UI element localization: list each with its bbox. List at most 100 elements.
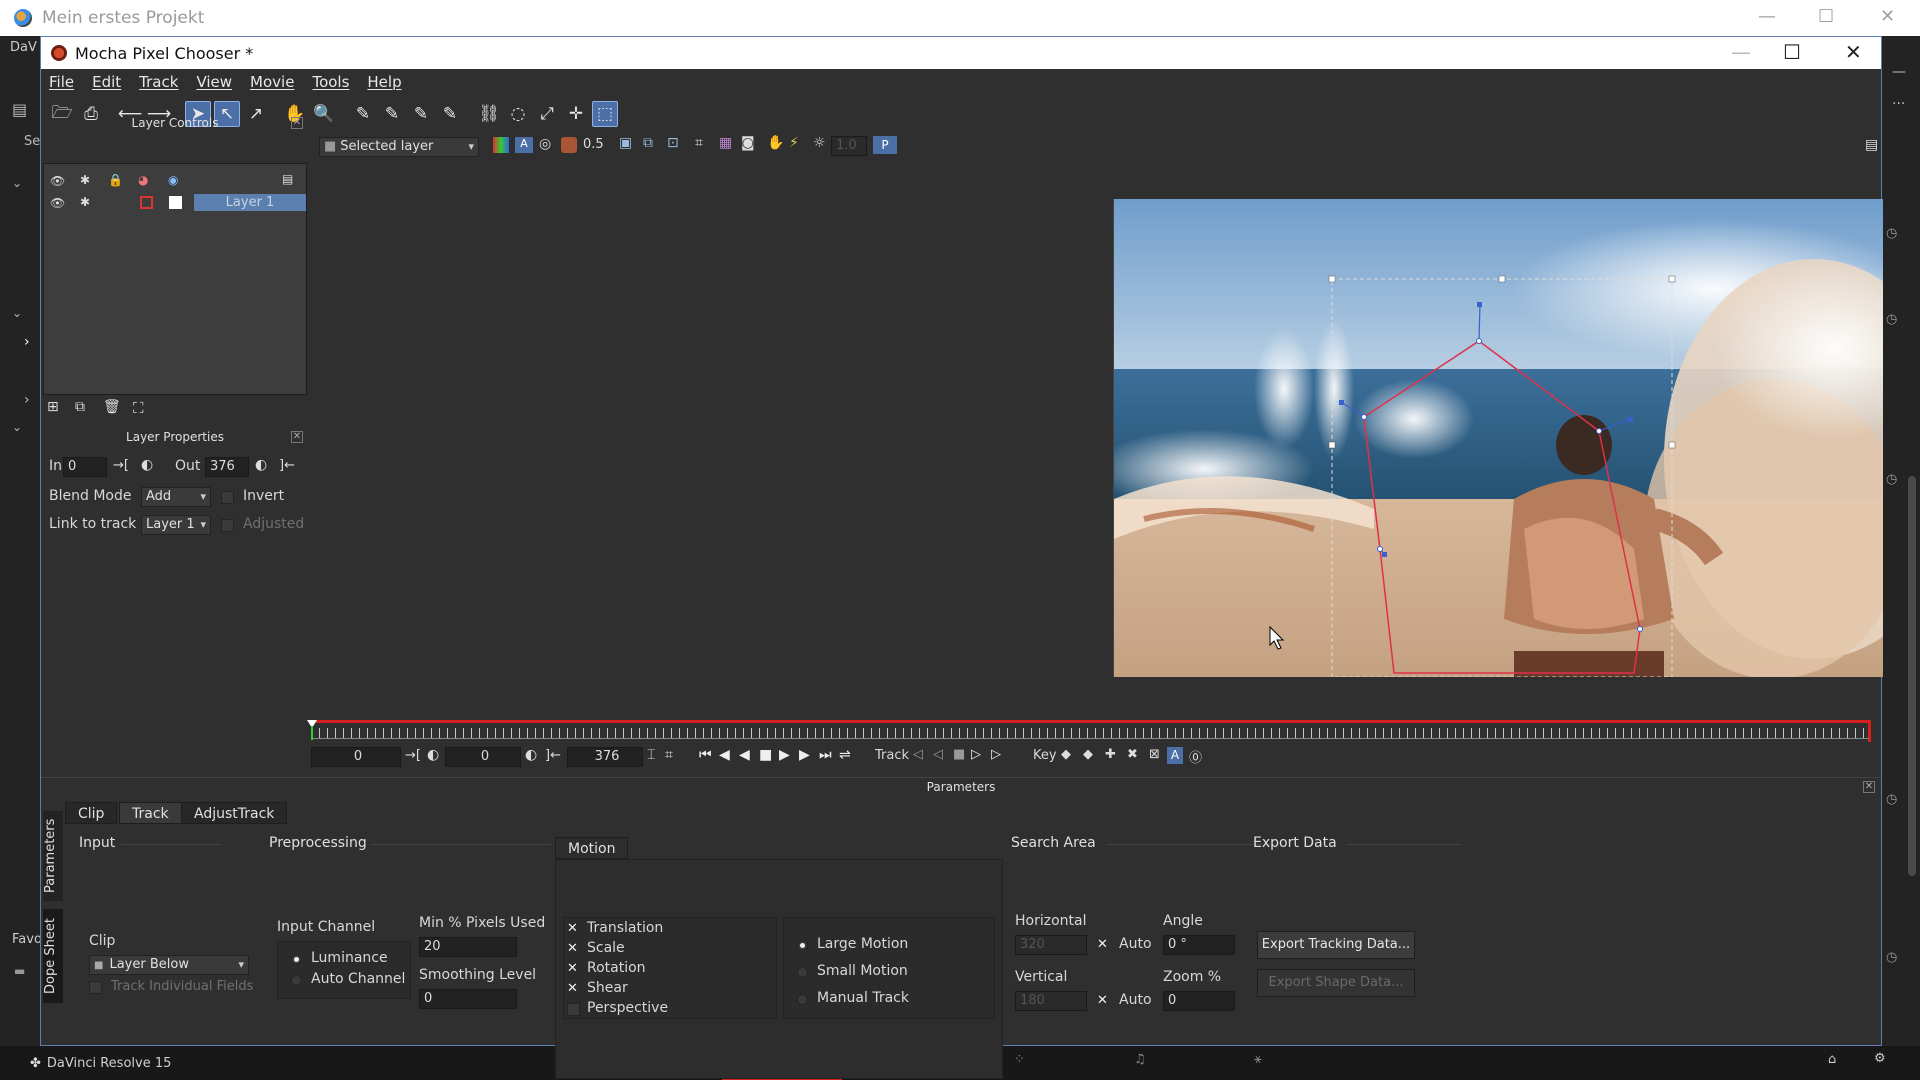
vertical-field[interactable]: 180: [1015, 991, 1087, 1011]
menu-movie[interactable]: Movie: [250, 73, 294, 91]
menu-edit[interactable]: Edit: [92, 73, 121, 91]
manual-track-radio[interactable]: [797, 994, 808, 1005]
add-xspline-icon[interactable]: ✎: [379, 101, 405, 127]
autokey-icon[interactable]: A: [1167, 747, 1183, 764]
small-motion-radio[interactable]: [797, 967, 808, 978]
deliver-page-icon[interactable]: ⚹: [1254, 1052, 1262, 1067]
track-individual-fields-checkbox[interactable]: [89, 981, 102, 994]
track-forward-icon[interactable]: ▷: [991, 747, 1001, 762]
menu-tools[interactable]: Tools: [312, 73, 349, 91]
eye-icon[interactable]: 👁: [50, 174, 65, 188]
auto-channel-radio[interactable]: [291, 975, 302, 986]
outer-minimize-icon[interactable]: —: [1758, 6, 1776, 27]
motion-tab[interactable]: Motion: [555, 837, 629, 859]
layer-matte-swatch[interactable]: [169, 196, 182, 209]
link-icon[interactable]: ⛓: [476, 101, 502, 127]
trace-icon[interactable]: ⚡: [789, 135, 799, 151]
current-frame-field[interactable]: 0: [311, 747, 401, 767]
chevron-right-icon[interactable]: ›: [24, 334, 30, 350]
overlay-icon[interactable]: ◎: [539, 136, 551, 152]
add-bspline-icon[interactable]: ✎: [437, 101, 463, 127]
more-icon[interactable]: ···: [1892, 96, 1905, 112]
horizontal-auto-check-icon[interactable]: ✕: [1097, 937, 1108, 952]
add-key-icon[interactable]: ✚: [1105, 747, 1116, 762]
fusion-page-icon[interactable]: ⁘: [1014, 1052, 1025, 1067]
maximize-icon[interactable]: ☐: [1783, 40, 1801, 64]
view-mode-icon[interactable]: ▣: [619, 135, 632, 151]
chevron-down-icon[interactable]: ⌄: [12, 420, 22, 434]
chevron-right-icon[interactable]: ›: [24, 392, 30, 408]
xspline-tool-icon[interactable]: ✎: [350, 101, 376, 127]
out-key-icon[interactable]: ◐: [255, 457, 267, 473]
adjusted-checkbox[interactable]: [221, 519, 234, 532]
translation-check-icon[interactable]: ✕: [567, 921, 578, 936]
snapshot-icon[interactable]: ◙: [741, 135, 755, 151]
layer-menu-icon[interactable]: ▤: [282, 172, 293, 186]
horizontal-field[interactable]: 320: [1015, 935, 1087, 955]
new-layer-icon[interactable]: ⊞: [47, 399, 59, 415]
layer-1-row[interactable]: Layer 1: [194, 194, 306, 211]
move-icon[interactable]: ✛: [563, 101, 589, 127]
zoom-timeline-icon[interactable]: ⌶: [647, 747, 655, 763]
layer-view-select[interactable]: ■ Selected layer: [319, 137, 479, 157]
bounds-icon[interactable]: ⌗: [695, 135, 703, 151]
duplicate-layer-icon[interactable]: ⧉: [75, 399, 85, 415]
menu-view[interactable]: View: [196, 73, 232, 91]
bspline-tool-icon[interactable]: ✎: [408, 101, 434, 127]
fairlight-page-icon[interactable]: ♫: [1134, 1052, 1146, 1067]
perspective-checkbox[interactable]: [567, 1003, 580, 1016]
timeline-bar[interactable]: [307, 720, 1871, 742]
scale-icon[interactable]: ⤢: [534, 101, 560, 127]
prev-key-icon[interactable]: ◆: [1061, 747, 1071, 762]
viewer-menu-icon[interactable]: ▤: [1865, 137, 1878, 153]
stabilize-view-icon[interactable]: ⧉: [643, 135, 653, 151]
out-point-field[interactable]: 376: [205, 457, 249, 477]
go-to-end-icon[interactable]: ⏭: [819, 747, 832, 763]
track-stop-icon[interactable]: ■: [953, 747, 965, 762]
go-to-start-icon[interactable]: ⏮: [699, 747, 712, 763]
layer-controls-close-icon[interactable]: ✕: [291, 117, 303, 129]
zoom-icon[interactable]: 🔍: [311, 101, 337, 127]
minimize-icon[interactable]: —: [1892, 64, 1906, 80]
in-frame-field[interactable]: 0: [445, 747, 521, 767]
stop-icon[interactable]: ■: [759, 747, 772, 763]
next-key-icon[interactable]: ◆: [1083, 747, 1093, 762]
chevron-down-icon[interactable]: ⌄: [12, 176, 22, 190]
in-key-icon[interactable]: ◐: [141, 457, 153, 473]
settings-gear-icon[interactable]: ⚙: [1874, 1051, 1886, 1066]
step-forward-icon[interactable]: ▶: [799, 747, 810, 763]
set-out-point-icon[interactable]: ]←: [545, 748, 561, 763]
hand-view-icon[interactable]: ✋: [767, 135, 784, 151]
surface-tool-icon[interactable]: ⬚: [592, 101, 618, 127]
menu-track[interactable]: Track: [139, 73, 178, 91]
track-backward-icon[interactable]: ◁: [913, 747, 923, 762]
key-reset-icon[interactable]: ⓪: [1189, 747, 1202, 766]
track-back-frame-icon[interactable]: ◁: [933, 747, 943, 762]
out-frame-field[interactable]: 376: [567, 747, 643, 767]
tab-adjusttrack[interactable]: AdjustTrack: [181, 802, 288, 824]
menu-file[interactable]: File: [49, 73, 74, 91]
tab-clip[interactable]: Clip: [65, 802, 118, 824]
shear-check-icon[interactable]: ✕: [567, 981, 578, 996]
delete-all-keys-icon[interactable]: ⊠: [1149, 747, 1160, 762]
zoom-field[interactable]: 0: [1163, 991, 1235, 1011]
clip-source-select[interactable]: ■ Layer Below: [89, 955, 249, 975]
export-shape-data-button[interactable]: Export Shape Data...: [1257, 969, 1415, 997]
rgb-view-icon[interactable]: [493, 137, 509, 153]
dial-icon[interactable]: ◷: [1886, 792, 1897, 807]
chevron-down-icon[interactable]: ⌄: [12, 306, 22, 320]
track-view-icon[interactable]: ⊡: [667, 135, 679, 151]
rotation-check-icon[interactable]: ✕: [567, 961, 578, 976]
layer-color-swatch[interactable]: [140, 196, 153, 209]
panel-toggle-icon[interactable]: ▤: [12, 100, 27, 119]
angle-field[interactable]: 0 °: [1163, 935, 1235, 955]
side-tab-dope-sheet[interactable]: Dope Sheet: [43, 909, 63, 1003]
viewer-canvas[interactable]: [1113, 199, 1883, 677]
layer-properties-close-icon[interactable]: ✕: [291, 431, 303, 443]
tab-track[interactable]: Track: [119, 802, 182, 824]
luminance-radio[interactable]: [291, 954, 302, 965]
scale-check-icon[interactable]: ✕: [567, 941, 578, 956]
color-wheel-icon[interactable]: ◕: [138, 173, 148, 187]
layer-visible-eye-icon[interactable]: 👁: [50, 196, 65, 210]
delete-layer-icon[interactable]: 🗑: [103, 399, 121, 415]
